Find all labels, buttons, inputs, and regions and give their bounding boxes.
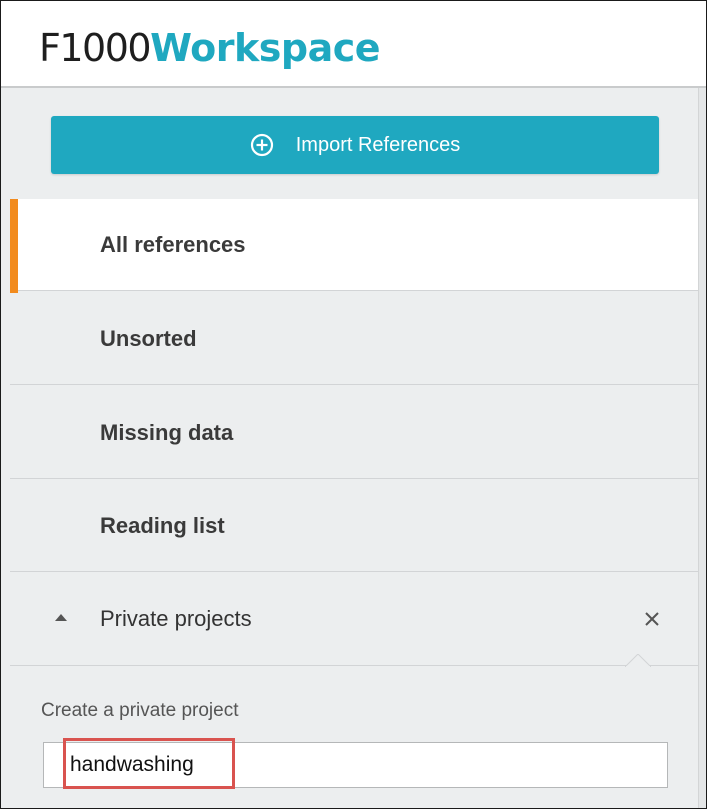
sidebar-item-label: Reading list	[100, 512, 225, 538]
sidebar-item-missing-data[interactable]: Missing data	[10, 387, 698, 479]
create-project-label: Create a private project	[41, 700, 239, 721]
private-projects-label: Private projects	[100, 606, 252, 631]
sidebar-item-unsorted[interactable]: Unsorted	[10, 293, 698, 385]
import-references-button[interactable]: Import References	[51, 116, 659, 174]
sidebar-scrollbar[interactable]	[698, 88, 706, 808]
collapse-triangle-icon[interactable]	[55, 614, 67, 621]
sidebar-item-reading-list[interactable]: Reading list	[10, 480, 698, 572]
active-indicator	[10, 199, 18, 293]
logo-product: Workspace	[150, 26, 381, 70]
close-icon[interactable]	[637, 604, 667, 634]
logo-brand: F1000	[39, 26, 152, 70]
sidebar: Import References All references Unsorte…	[1, 88, 698, 808]
import-references-label: Import References	[295, 133, 461, 156]
sidebar-item-label: Unsorted	[100, 325, 197, 351]
project-name-input[interactable]	[43, 742, 668, 788]
sidebar-item-label: Missing data	[100, 419, 234, 445]
app-window: F1000Workspace Import References All ref…	[0, 0, 707, 809]
app-logo: F1000Workspace	[39, 23, 381, 73]
private-projects-header[interactable]: Private projects	[10, 573, 698, 666]
sidebar-item-label: All references	[100, 231, 246, 257]
app-header: F1000Workspace	[1, 1, 706, 88]
plus-circle-icon	[250, 133, 274, 157]
popover-caret-icon	[625, 654, 651, 667]
sidebar-item-all-references[interactable]: All references	[10, 199, 698, 291]
